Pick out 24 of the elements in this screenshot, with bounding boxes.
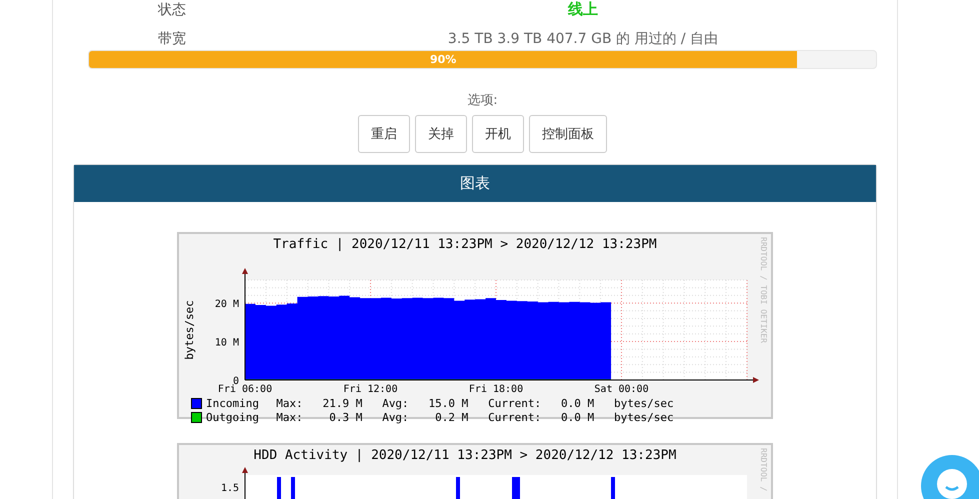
field-value: 3.5 TB 3.9 TB 407.7 GB 的 用过的 / 自由 xyxy=(446,30,720,48)
options-label: 选项: xyxy=(466,92,499,109)
panel-header: 图表 xyxy=(74,165,876,202)
graph-credit: RRDTOOL / xyxy=(759,448,768,492)
x-tick-label: Sat 00:00 xyxy=(594,384,649,395)
x-tick-label: Fri 12:00 xyxy=(343,384,398,395)
y-axis-label: bytes/sec xyxy=(183,300,196,360)
y-tick-label: 0 xyxy=(232,376,239,387)
graph-title: HDD Activity | 2020/12/11 13:23PM > 2020/12/12 13:23PM xyxy=(252,448,678,463)
legend-stats: Max: 21.9 M Avg: 15.0 M Current: 0.0 M bytes/sec xyxy=(275,396,674,410)
legend-label: Outgoing xyxy=(206,410,259,424)
y-tick-label: 20 M xyxy=(214,299,239,310)
status-value: 线上 xyxy=(566,0,599,19)
graph-credit: RRDTOOL / TOBI OETIKER xyxy=(759,237,768,343)
field-label: 带宽 xyxy=(157,30,187,48)
field-label: 状态 xyxy=(157,1,187,19)
y-tick-label: 10 M xyxy=(214,338,239,349)
progress-fill: 90% xyxy=(89,51,798,68)
y-tick-label: 1.5 xyxy=(220,483,239,494)
graph-title: Traffic | 2020/12/11 13:23PM > 2020/12/12 13:23PM xyxy=(272,237,658,252)
x-tick-label: Fri 06:00 xyxy=(218,384,272,395)
x-tick-label: Fri 18:00 xyxy=(468,384,524,395)
legend-label: Incoming xyxy=(206,396,259,410)
legend-stats: Max: 0.3 M Avg: 0.2 M Current: 0.0 M bytes/sec xyxy=(275,410,674,424)
